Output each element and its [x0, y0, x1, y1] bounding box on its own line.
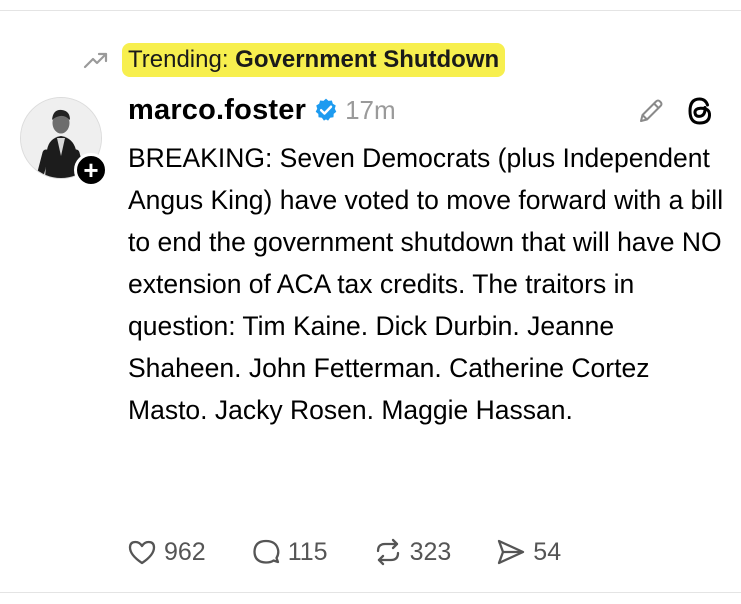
- trending-prefix: Trending:: [128, 46, 236, 73]
- trending-label[interactable]: Trending: Government Shutdown: [122, 43, 506, 77]
- trending-topic: Government Shutdown: [235, 46, 500, 73]
- bottom-divider: [0, 592, 741, 593]
- action-bar: 962 115 323 54: [126, 532, 605, 572]
- avatar-container[interactable]: +: [20, 97, 110, 187]
- timestamp: 17m: [345, 94, 396, 125]
- send-icon: [498, 539, 525, 565]
- trending-up-icon: [83, 52, 108, 69]
- plus-icon: +: [83, 155, 99, 185]
- like-count: 962: [164, 537, 206, 566]
- repost-count: 323: [409, 537, 452, 566]
- follow-button[interactable]: +: [74, 153, 108, 187]
- share-count: 54: [533, 537, 562, 566]
- top-divider: [0, 10, 741, 11]
- post-body: BREAKING: Seven Democrats (plus Independ…: [128, 143, 724, 425]
- share-button[interactable]: 54: [495, 536, 561, 568]
- reply-button[interactable]: 115: [250, 536, 328, 568]
- reply-count: 115: [287, 537, 328, 566]
- repost-icon: [376, 538, 399, 566]
- verified-badge-icon: [315, 98, 337, 121]
- post-header: marco.foster 17m: [128, 92, 396, 128]
- pencil-icon[interactable]: [636, 96, 666, 126]
- repost-button[interactable]: 323: [372, 536, 452, 568]
- like-button[interactable]: 962: [126, 536, 206, 568]
- heart-icon: [128, 540, 156, 565]
- reply-bubble-icon: [253, 539, 280, 564]
- threads-logo-icon[interactable]: [683, 94, 717, 128]
- username[interactable]: marco.foster: [128, 94, 306, 127]
- trending-banner[interactable]: Trending: Government Shutdown: [82, 42, 506, 78]
